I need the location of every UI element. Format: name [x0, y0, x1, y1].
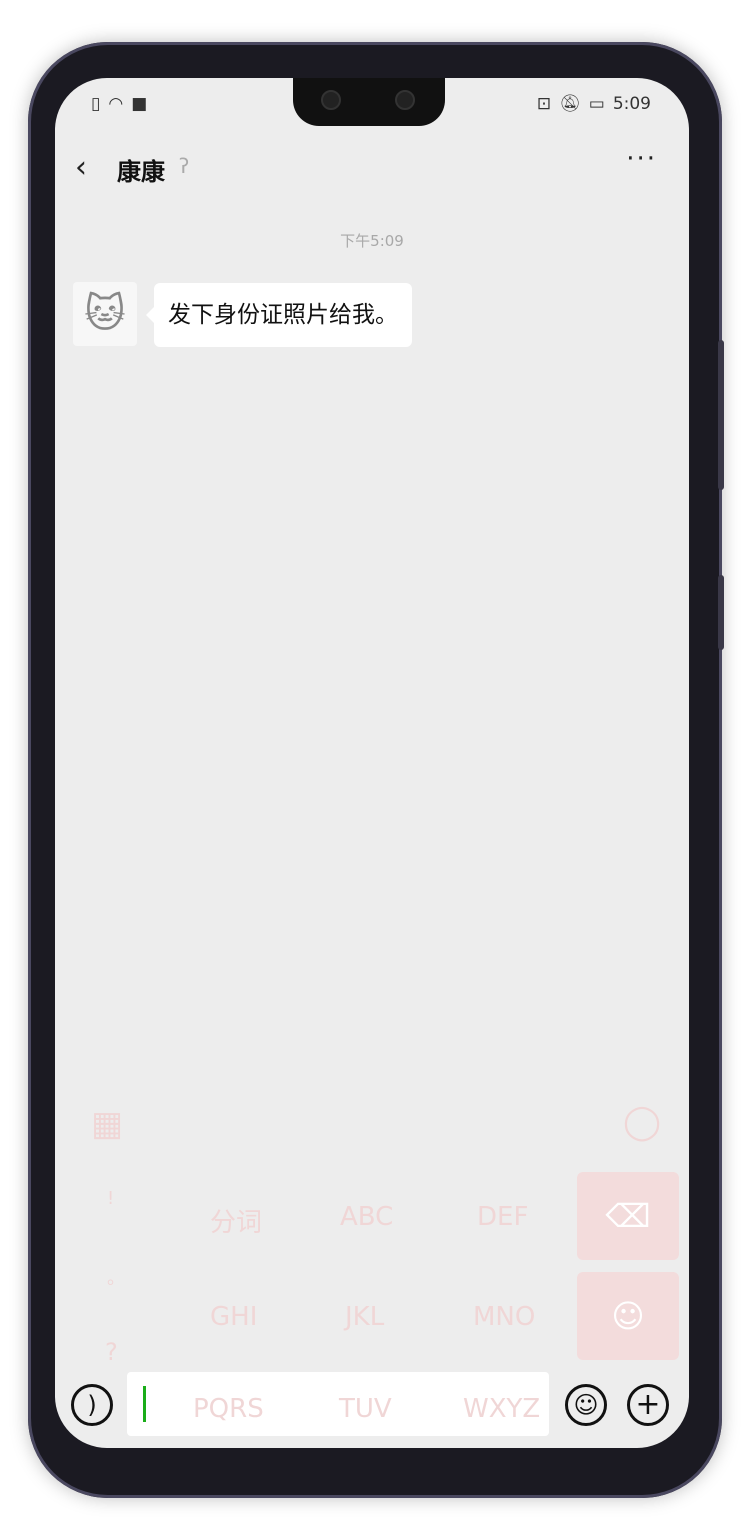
notch — [293, 78, 445, 126]
key: DEF — [477, 1202, 529, 1232]
voice-icon[interactable]: ) — [71, 1384, 113, 1426]
key: ? — [105, 1338, 118, 1366]
key: ! — [107, 1188, 115, 1209]
more-button[interactable]: ··· — [626, 144, 657, 174]
screen: ▯ ◠ ■ ⊡ 🔕︎ ▭ 5:09 ‹ 康康 ʔ ··· 下午5:09 🐱︎ 发下身份证照… — [55, 78, 689, 1448]
key: 分词 — [210, 1208, 263, 1238]
key: GHI — [210, 1302, 258, 1332]
key: 。 — [107, 1268, 125, 1289]
avatar[interactable]: 🐱︎ — [73, 282, 137, 346]
back-button[interactable]: ‹ — [75, 150, 87, 185]
message-timestamp: 下午5:09 — [340, 232, 404, 250]
bell-off-icon: 🔕︎ — [559, 94, 581, 114]
emoji-key-ghost: ☺ — [577, 1272, 679, 1360]
camera-icon — [321, 90, 341, 110]
ear-icon: ʔ — [179, 154, 190, 178]
delete-key-ghost: ⌫ — [577, 1172, 679, 1260]
key: ABC — [340, 1202, 394, 1232]
status-left: ▯ ◠ ■ — [91, 94, 147, 114]
key: MNO — [473, 1302, 536, 1332]
key: TUV — [339, 1394, 392, 1424]
message-input[interactable]: PQRS TUV WXYZ — [127, 1372, 549, 1436]
collapse-icon: ◯ — [623, 1102, 662, 1142]
volume-button — [718, 340, 724, 490]
status-right: ⊡ 🔕︎ ▭ 5:09 — [537, 94, 651, 114]
battery-charging-icon: ▭ — [588, 94, 605, 114]
key: PQRS — [193, 1394, 264, 1424]
camera-icon — [395, 90, 415, 110]
chat-header: ‹ 康康 ʔ ··· — [55, 144, 689, 188]
plus-icon[interactable]: + — [627, 1384, 669, 1426]
cast-icon: ⊡ — [536, 94, 552, 114]
sim-alert-icon: ▯ — [91, 94, 101, 114]
wifi-icon: ◠ — [108, 94, 124, 114]
key: JKL — [345, 1302, 385, 1332]
grid-icon: ▦ — [91, 1104, 124, 1144]
chat-title: 康康 — [117, 158, 165, 186]
status-time: 5:09 — [612, 94, 651, 114]
video-icon: ■ — [131, 94, 148, 114]
input-bar: ) PQRS TUV WXYZ ☺ + — [55, 1364, 689, 1448]
text-caret — [143, 1386, 146, 1422]
message-bubble[interactable]: 发下身份证照片给我。 — [146, 283, 412, 347]
emoji-icon[interactable]: ☺ — [565, 1384, 607, 1426]
power-button — [718, 575, 724, 650]
key: WXYZ — [463, 1394, 541, 1424]
